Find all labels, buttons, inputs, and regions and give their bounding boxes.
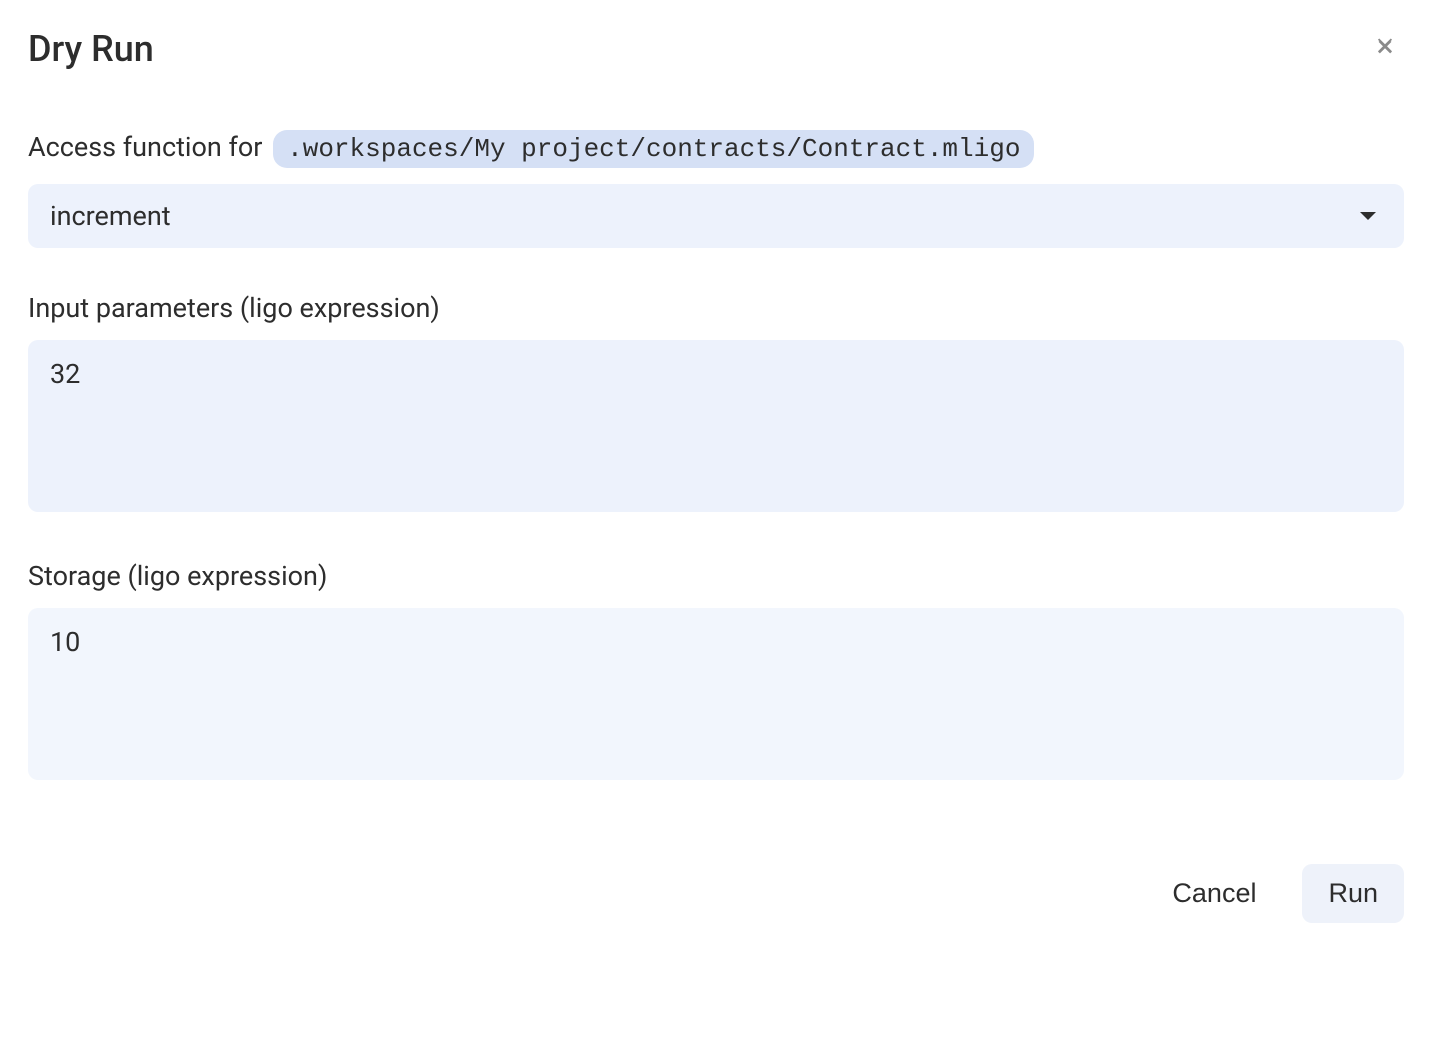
input-parameters-label: Input parameters (ligo expression) (28, 292, 1404, 324)
dialog-title: Dry Run (28, 28, 154, 70)
access-function-label: Access function for .workspaces/My proje… (28, 130, 1404, 168)
access-function-selected-value: increment (50, 200, 1360, 232)
close-icon (1374, 36, 1396, 61)
close-button[interactable] (1366, 28, 1404, 69)
run-button[interactable]: Run (1302, 864, 1404, 923)
cancel-button[interactable]: Cancel (1146, 864, 1282, 923)
access-function-select[interactable]: increment (28, 184, 1404, 248)
chevron-down-icon (1360, 212, 1376, 220)
input-parameters-field[interactable] (28, 340, 1404, 512)
storage-label: Storage (ligo expression) (28, 560, 1404, 592)
storage-field[interactable] (28, 608, 1404, 780)
file-path-chip: .workspaces/My project/contracts/Contrac… (273, 130, 1034, 168)
access-function-label-text: Access function for (28, 131, 262, 163)
